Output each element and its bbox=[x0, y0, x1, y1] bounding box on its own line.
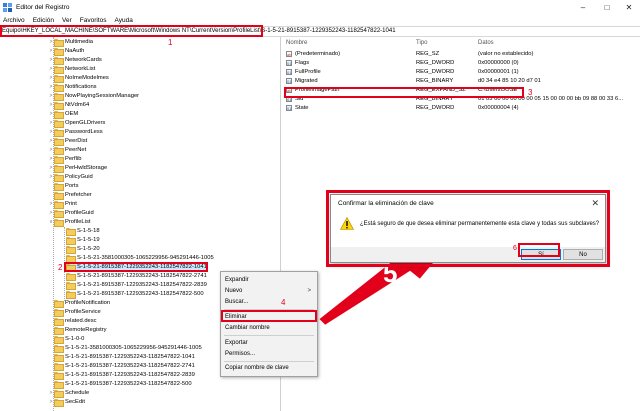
context-menu: Expandir Nuevo > Buscar... Eliminar Camb… bbox=[220, 271, 318, 377]
step-number-6: 6 bbox=[513, 245, 517, 252]
menu-item-permisos[interactable]: Permisos... bbox=[225, 351, 255, 357]
menu-item-nuevo[interactable]: Nuevo bbox=[225, 288, 242, 294]
menu-item-exportar[interactable]: Exportar bbox=[225, 340, 248, 346]
menu-item-copiar-nombre[interactable]: Copiar nombre de clave bbox=[225, 365, 289, 371]
highlight-yes-button bbox=[518, 243, 560, 257]
menu-separator bbox=[224, 335, 314, 336]
menu-item-cambiar-nombre[interactable]: Cambiar nombre bbox=[225, 325, 270, 331]
menu-item-expandir[interactable]: Expandir bbox=[225, 277, 249, 283]
menu-item-buscar[interactable]: Buscar... bbox=[225, 299, 248, 305]
chevron-right-icon: > bbox=[307, 288, 311, 294]
menu-separator bbox=[224, 361, 314, 362]
highlight-eliminar bbox=[221, 310, 317, 322]
step-number-4: 4 bbox=[281, 298, 286, 307]
highlight-dialog bbox=[326, 190, 610, 267]
